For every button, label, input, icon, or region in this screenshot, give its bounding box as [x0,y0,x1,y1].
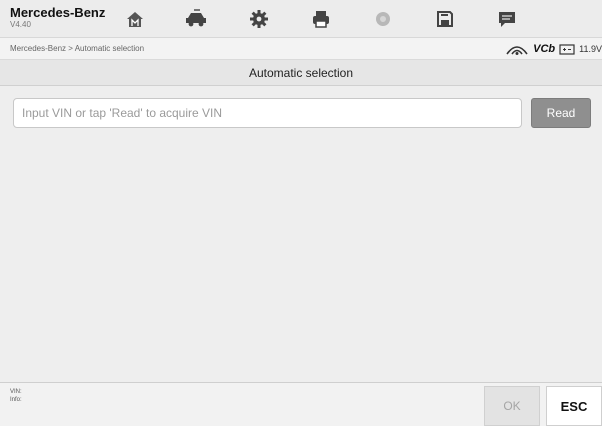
vehicle-swap-button[interactable] [166,0,228,38]
esc-button[interactable]: ESC [546,386,602,426]
read-vin-button[interactable]: Read [531,98,591,128]
home-icon [127,12,143,27]
settings-button[interactable] [228,0,290,38]
page-title: Automatic selection [0,60,602,86]
battery-voltage: 11.9V [579,44,602,54]
breadcrumb-bar: Mercedes-Benz > Automatic selection VCb … [0,38,602,60]
app-version: V4.40 [10,20,31,29]
vin-input[interactable] [13,98,522,128]
top-toolbar: Mercedes-Benz V4.40 [0,0,602,38]
data-logging-button[interactable] [476,0,538,38]
vci-connection-icon [506,46,528,55]
footer-info: VIN: Info: [10,388,22,404]
save-button[interactable] [414,0,476,38]
help-icon [376,12,390,26]
help-button[interactable] [352,0,414,38]
vin-info-label: VIN: [10,389,22,395]
vci-label: VCb [533,43,556,55]
save-icon [437,11,453,27]
home-button[interactable] [104,0,166,38]
vehicle-swap-icon [186,9,206,27]
app-brand: Mercedes-Benz V4.40 [10,5,105,30]
connection-status: VCb 11.9V [505,41,602,57]
breadcrumb: Mercedes-Benz > Automatic selection [10,44,145,53]
battery-icon [559,44,575,55]
print-icon [313,11,329,28]
footer-bar: VIN: Info: OK ESC [0,382,602,426]
settings-gear-icon [250,10,268,28]
info-label: Info: [10,397,22,403]
app-title: Mercedes-Benz [10,5,106,20]
main-content: Read [0,86,602,382]
ok-button[interactable]: OK [484,386,540,426]
print-button[interactable] [290,0,352,38]
data-logging-icon [499,12,515,27]
